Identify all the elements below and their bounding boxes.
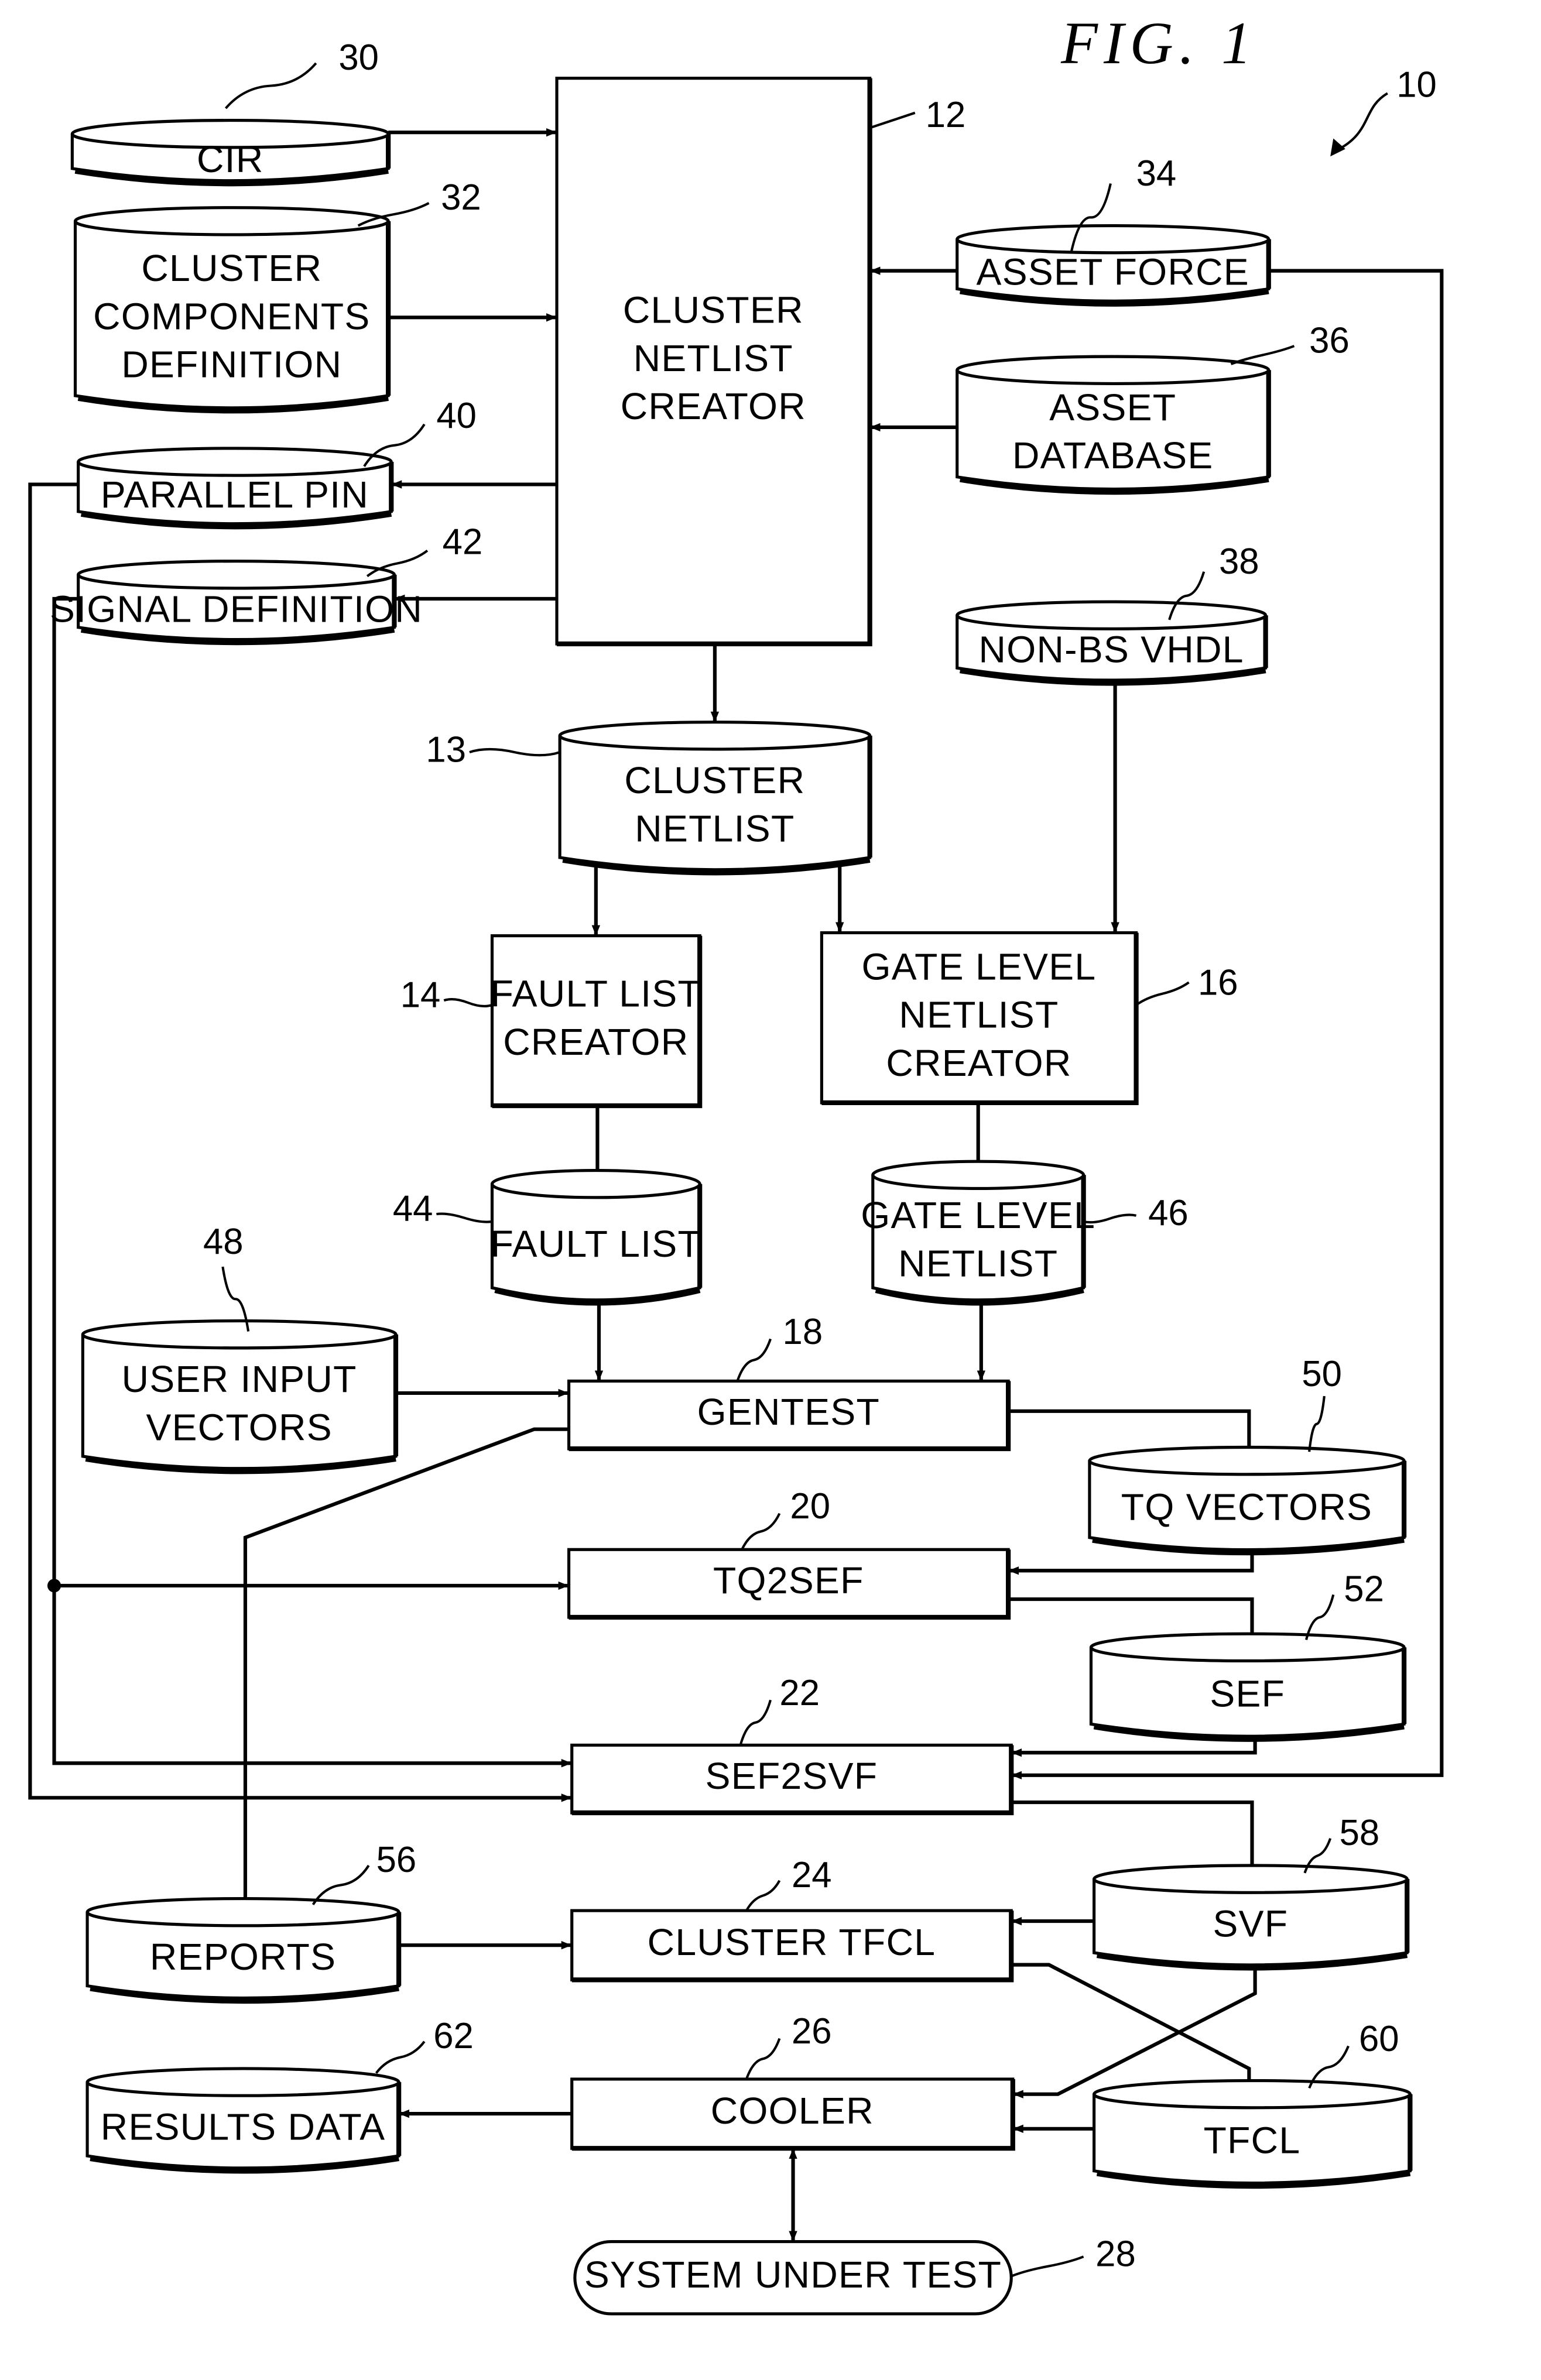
node-label: NON-BS VHDL bbox=[979, 629, 1244, 671]
ref-numeral: 26 bbox=[792, 2011, 832, 2052]
ref-numeral: 46 bbox=[1148, 1193, 1189, 1233]
flow-diagram: FIG. 1 10 CIR 30 CLUSTER COMPONENTS DEFINITI… bbox=[0, 0, 1541, 2380]
node-label: CLUSTER bbox=[624, 759, 805, 801]
node-label: SIGNAL DEFINITION bbox=[50, 588, 423, 630]
database-top bbox=[81, 1319, 398, 1350]
ref-numeral: 28 bbox=[1095, 2234, 1136, 2275]
node-label: SYSTEM UNDER TEST bbox=[584, 2254, 1002, 2296]
database-top bbox=[1089, 1632, 1406, 1663]
node-label: NETLIST bbox=[899, 994, 1059, 1036]
ref-numeral: 44 bbox=[393, 1188, 433, 1229]
ref-numeral: 30 bbox=[338, 37, 379, 78]
ref-numeral: 12 bbox=[926, 95, 966, 135]
node-label: GENTEST bbox=[697, 1391, 880, 1433]
database-top bbox=[77, 447, 393, 477]
node-label: SEF2SVF bbox=[706, 1755, 878, 1797]
node-label: COOLER bbox=[711, 2090, 874, 2132]
ref-numeral: 62 bbox=[433, 2016, 474, 2056]
node-label: ASSET bbox=[1049, 386, 1176, 428]
node-label: SEF bbox=[1210, 1672, 1285, 1714]
system-ref-label: 10 bbox=[1396, 64, 1437, 105]
database-top bbox=[1093, 1864, 1409, 1894]
junction-dot bbox=[47, 1579, 61, 1593]
ref-numeral: 52 bbox=[1344, 1569, 1384, 1610]
node-label: COMPONENTS bbox=[93, 295, 370, 337]
ref-numeral: 56 bbox=[376, 1840, 417, 1880]
database-top bbox=[85, 2067, 400, 2097]
node-label: USER INPUT bbox=[122, 1358, 357, 1400]
database-top bbox=[558, 721, 872, 751]
node-label: TQ VECTORS bbox=[1121, 1486, 1372, 1528]
database-top bbox=[1093, 2079, 1412, 2110]
node-label: GATE LEVEL bbox=[861, 1194, 1095, 1236]
database-top bbox=[1088, 1445, 1406, 1476]
node-label: CREATOR bbox=[886, 1042, 1071, 1084]
ref-numeral: 50 bbox=[1302, 1354, 1342, 1394]
node-label: VECTORS bbox=[146, 1406, 332, 1448]
node-label: NETLIST bbox=[898, 1242, 1058, 1284]
node-label: NETLIST bbox=[635, 807, 795, 849]
ref-numeral: 42 bbox=[443, 522, 483, 563]
ref-numeral: 36 bbox=[1309, 320, 1350, 361]
node-label: TFCL bbox=[1204, 2120, 1301, 2162]
ref-numeral: 60 bbox=[1359, 2019, 1399, 2059]
database-top bbox=[871, 1160, 1085, 1190]
node-label: FAULT LIST bbox=[491, 1223, 701, 1265]
node-label: PARALLEL PIN bbox=[101, 474, 369, 516]
node-label: CREATOR bbox=[621, 385, 806, 427]
database-top bbox=[85, 1897, 400, 1928]
ref-numeral: 22 bbox=[779, 1673, 820, 1713]
ref-numeral: 18 bbox=[783, 1312, 823, 1352]
database-top bbox=[73, 206, 390, 236]
node-label: FAULT LIST bbox=[491, 973, 701, 1015]
ref-numeral: 58 bbox=[1340, 1813, 1380, 1853]
node-label: GATE LEVEL bbox=[862, 945, 1097, 987]
node-label: ASSET FORCE bbox=[977, 251, 1249, 293]
node-label: NETLIST bbox=[633, 337, 793, 379]
figure-title: FIG. 1 bbox=[1060, 10, 1258, 77]
ref-numeral: 38 bbox=[1219, 541, 1259, 582]
database-top bbox=[956, 355, 1271, 385]
node-label: REPORTS bbox=[150, 1936, 336, 1978]
node-label: CLUSTER TFCL bbox=[648, 1921, 936, 1963]
ref-numeral: 32 bbox=[441, 177, 481, 218]
node-label: CREATOR bbox=[503, 1021, 689, 1063]
ref-numeral: 16 bbox=[1198, 963, 1238, 1003]
node-label: CLUSTER bbox=[623, 289, 804, 331]
ref-numeral: 24 bbox=[792, 1855, 832, 1895]
ref-numeral: 20 bbox=[790, 1486, 830, 1527]
node-label: DATABASE bbox=[1012, 434, 1214, 476]
ref-numeral: 34 bbox=[1136, 153, 1177, 194]
ref-numeral: 40 bbox=[436, 396, 477, 436]
database-top bbox=[956, 224, 1271, 255]
database-top bbox=[490, 1169, 701, 1199]
node-label: TQ2SEF bbox=[713, 1559, 864, 1601]
node-label: DEFINITION bbox=[121, 344, 342, 386]
ref-numeral: 48 bbox=[203, 1222, 244, 1262]
node-label: SVF bbox=[1213, 1903, 1289, 1945]
node-label: CLUSTER bbox=[141, 247, 322, 289]
ref-numeral: 13 bbox=[426, 729, 466, 770]
node-label: CIR bbox=[197, 138, 264, 180]
node-label: RESULTS DATA bbox=[101, 2106, 386, 2148]
database-top bbox=[77, 560, 396, 590]
ref-numeral: 14 bbox=[400, 975, 441, 1015]
database-top bbox=[956, 600, 1268, 630]
